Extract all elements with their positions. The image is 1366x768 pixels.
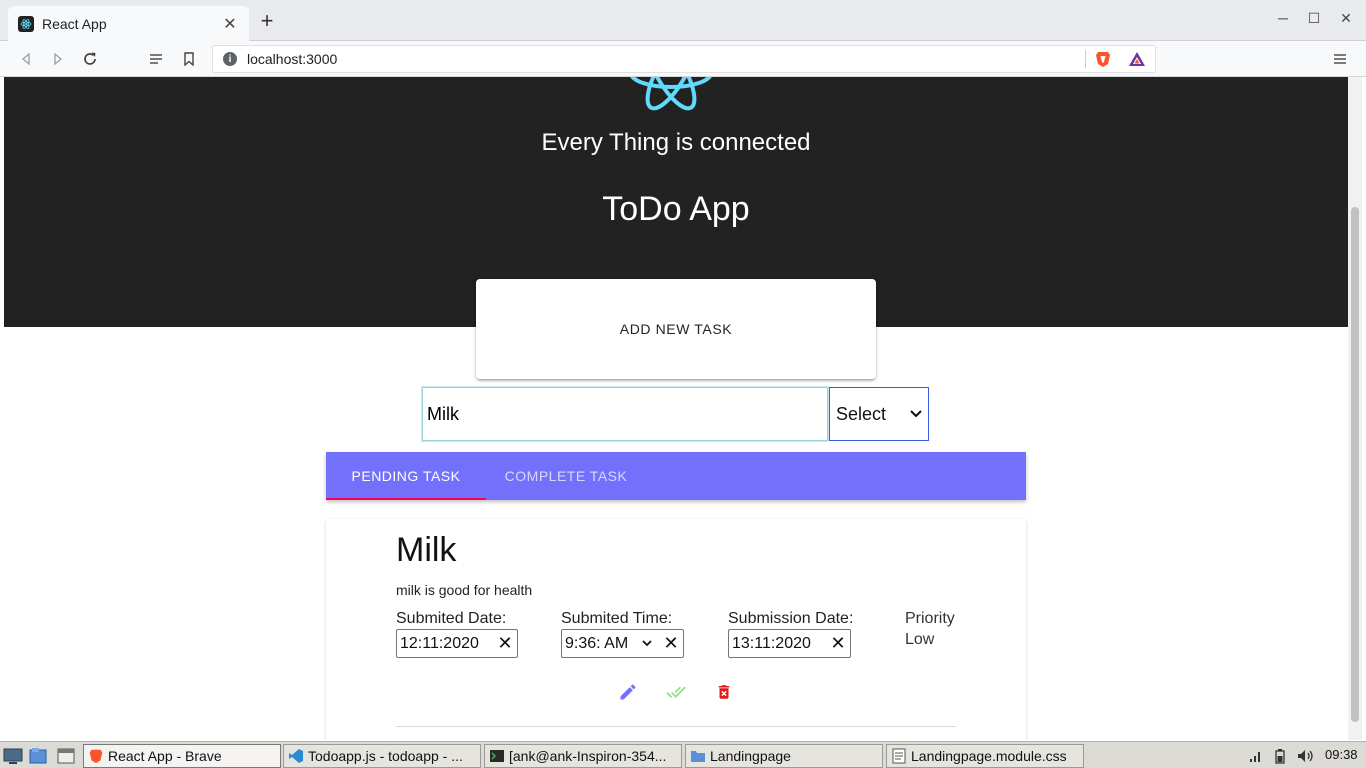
- taskbar-app-label: [ank@ank-Inspiron-354...: [509, 748, 667, 764]
- forward-icon[interactable]: [46, 47, 70, 71]
- taskbar-app-editor[interactable]: Landingpage.module.css: [886, 744, 1084, 768]
- brave-icon: [89, 749, 103, 764]
- scrollbar-thumb[interactable]: [1351, 207, 1359, 722]
- brave-shields-icon[interactable]: [1091, 47, 1115, 71]
- tab-title: React App: [42, 15, 107, 32]
- submitted-time-label: Submited Time:: [561, 610, 673, 627]
- reload-icon[interactable]: [78, 47, 102, 71]
- task-title: Milk: [396, 531, 457, 569]
- terminal-icon: [490, 750, 504, 762]
- active-tab-indicator: [326, 498, 486, 500]
- clear-date-icon[interactable]: ✕: [496, 633, 514, 654]
- time-chevron-down-icon[interactable]: [642, 640, 652, 647]
- tab-complete-task[interactable]: COMPLETE TASK: [486, 452, 646, 500]
- submission-date-field[interactable]: 13:11:2020 ✕: [728, 629, 851, 658]
- browser-tab[interactable]: React App ✕: [8, 6, 249, 41]
- page-scrollbar[interactable]: [1348, 77, 1362, 740]
- new-tab-button[interactable]: +: [256, 10, 278, 32]
- app-title: ToDo App: [602, 190, 750, 228]
- add-new-task-label: ADD NEW TASK: [619, 321, 733, 337]
- submitted-date-field[interactable]: 12:11:2020 ✕: [396, 629, 518, 658]
- chevron-down-icon: [910, 410, 922, 418]
- taskbar-clock[interactable]: 09:38: [1325, 747, 1358, 762]
- tagline: Every Thing is connected: [541, 129, 811, 156]
- taskbar-app-brave[interactable]: React App - Brave: [83, 744, 281, 768]
- taskbar-app-label: Landingpage.module.css: [911, 748, 1067, 764]
- taskbar-app-label: Todoapp.js - todoapp - ...: [308, 748, 463, 764]
- address-bar[interactable]: i localhost:3000: [212, 45, 1156, 73]
- react-logo-icon: [630, 77, 712, 111]
- brave-rewards-icon[interactable]: [1125, 47, 1149, 71]
- page-viewport: Every Thing is connected ToDo App ADD NE…: [4, 77, 1348, 740]
- taskbar-app-vscode[interactable]: Todoapp.js - todoapp - ...: [283, 744, 481, 768]
- file-manager-icon[interactable]: [28, 746, 48, 766]
- add-new-task-button[interactable]: ADD NEW TASK: [476, 279, 876, 379]
- taskbar-app-terminal[interactable]: [ank@ank-Inspiron-354...: [484, 744, 682, 768]
- tab-close-icon[interactable]: ✕: [221, 14, 239, 34]
- close-window-button[interactable]: ✕: [1335, 10, 1357, 27]
- browser-tabstrip: React App ✕ + ─ ☐ ✕: [0, 0, 1366, 41]
- network-signal-icon[interactable]: [1247, 747, 1265, 765]
- priority-value: Low: [905, 631, 935, 648]
- task-tabs: PENDING TASK COMPLETE TASK: [326, 452, 1026, 500]
- submitted-time-value: 9:36: AM: [565, 634, 629, 652]
- clear-time-icon[interactable]: ✕: [662, 633, 680, 654]
- taskbar-app-folder[interactable]: Landingpage: [685, 744, 883, 768]
- tab-pending-task[interactable]: PENDING TASK: [326, 452, 486, 500]
- priority-select[interactable]: Select: [829, 387, 929, 441]
- submission-date-label: Submission Date:: [728, 610, 854, 627]
- window-list-icon[interactable]: [56, 746, 76, 766]
- submitted-date-value: 12:11:2020: [400, 634, 479, 652]
- vscode-icon: [289, 749, 303, 763]
- bookmark-icon[interactable]: [177, 47, 201, 71]
- minimize-button[interactable]: ─: [1272, 10, 1294, 26]
- browser-toolbar: i localhost:3000: [0, 41, 1366, 77]
- taskbar-app-label: React App - Brave: [108, 748, 222, 764]
- priority-label: Priority: [905, 610, 955, 627]
- task-card: Milk milk is good for health Submited Da…: [326, 519, 1026, 740]
- url-text: localhost:3000: [247, 51, 338, 67]
- site-info-icon[interactable]: i: [223, 52, 237, 66]
- submitted-date-label: Submited Date:: [396, 610, 507, 627]
- maximize-button[interactable]: ☐: [1303, 10, 1325, 27]
- task-input[interactable]: [421, 386, 829, 442]
- battery-icon[interactable]: [1271, 747, 1289, 765]
- submitted-time-field[interactable]: 9:36: AM ✕: [561, 629, 684, 658]
- delete-icon[interactable]: [713, 681, 735, 703]
- show-desktop-icon[interactable]: [3, 746, 23, 766]
- reader-mode-icon[interactable]: [144, 47, 168, 71]
- submission-date-value: 13:11:2020: [732, 634, 811, 652]
- folder-icon: [691, 751, 705, 762]
- taskbar-app-label: Landingpage: [710, 748, 791, 764]
- browser-menu-icon[interactable]: [1328, 47, 1352, 71]
- back-icon[interactable]: [14, 47, 38, 71]
- edit-icon[interactable]: [617, 681, 639, 703]
- clear-submission-date-icon[interactable]: ✕: [829, 633, 847, 654]
- priority-select-value: Select: [836, 403, 887, 424]
- react-favicon-icon: [18, 15, 34, 32]
- task-description: milk is good for health: [396, 582, 533, 598]
- volume-icon[interactable]: [1297, 747, 1315, 765]
- card-divider: [396, 726, 956, 727]
- os-taskbar: React App - Brave Todoapp.js - todoapp -…: [0, 741, 1366, 768]
- text-file-icon: [892, 748, 906, 764]
- mark-complete-icon[interactable]: [665, 681, 687, 703]
- address-bar-divider: [1085, 50, 1086, 68]
